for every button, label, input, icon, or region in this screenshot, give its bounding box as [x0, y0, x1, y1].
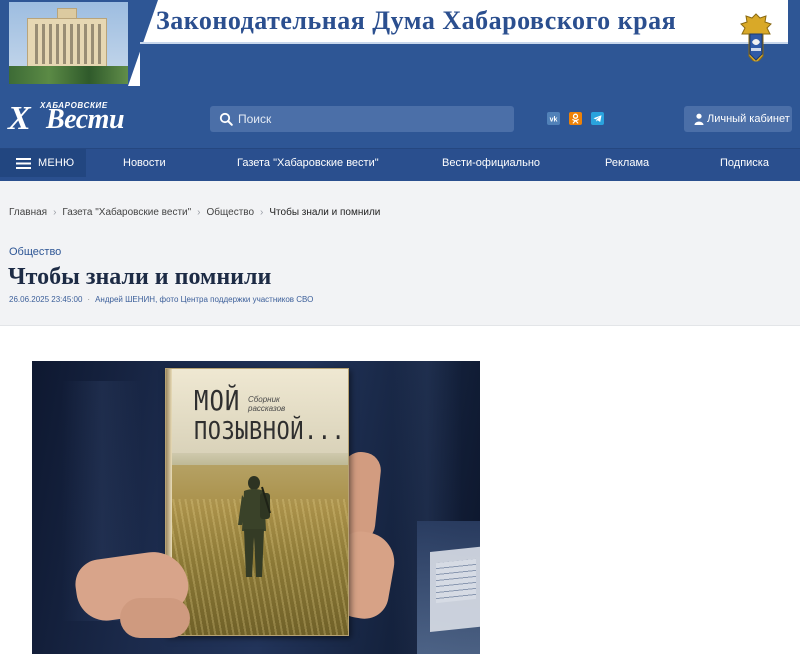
book-title-line2: ПОЗЫВНОЙ...	[194, 417, 346, 446]
search-input[interactable]	[238, 106, 508, 132]
nav-item-ads[interactable]: Реклама	[605, 157, 649, 169]
odnoklassniki-icon[interactable]	[569, 112, 582, 125]
article-date: 26.06.2025 23:45:00	[9, 295, 83, 304]
search-icon	[219, 112, 233, 126]
hamburger-icon	[16, 158, 31, 169]
menu-button[interactable]: МЕНЮ	[0, 149, 86, 177]
chevron-right-icon: ›	[197, 207, 201, 218]
article-author: Андрей ШЕНИН, фото Центра поддержки учас…	[95, 295, 314, 304]
nav-item-news[interactable]: Новости	[123, 157, 166, 169]
personal-account-label: Личный кабинет	[707, 113, 790, 125]
telegram-icon[interactable]	[591, 112, 604, 125]
logo-main-text: Вести	[46, 104, 125, 135]
chevron-right-icon: ›	[260, 207, 264, 218]
search-box[interactable]	[210, 106, 514, 132]
article-header-strip	[0, 181, 800, 326]
banner-title: Законодательная Дума Хабаровского края	[156, 6, 677, 35]
breadcrumb-home[interactable]: Главная	[9, 207, 47, 218]
nav-item-newspaper[interactable]: Газета "Хабаровские вести"	[237, 157, 379, 169]
chevron-right-icon: ›	[53, 207, 57, 218]
book-cover: МОЙ Сборник рассказов ПОЗЫВНОЙ...	[165, 368, 349, 636]
svg-text:vk: vk	[550, 117, 558, 124]
book-title-line1: МОЙ	[194, 384, 241, 418]
page-title: Чтобы знали и помнили	[8, 264, 272, 290]
nav-item-subscription[interactable]: Подписка	[720, 157, 769, 169]
breadcrumb-current: Чтобы знали и помнили	[269, 207, 381, 218]
breadcrumb: Главная › Газета "Хабаровские вести" › Общес…	[9, 207, 380, 218]
personal-account-button[interactable]: Личный кабинет	[684, 106, 792, 132]
left-hand-fingers	[120, 598, 190, 638]
soldier-figure-icon	[238, 476, 271, 577]
article-category-link[interactable]: Общество	[9, 246, 61, 258]
coat-of-arms-icon	[740, 13, 772, 65]
banner-building-photo	[9, 2, 129, 84]
menu-label: МЕНЮ	[38, 157, 75, 169]
vk-icon[interactable]: vk	[547, 112, 560, 125]
nav-item-official[interactable]: Вести-официально	[442, 157, 540, 169]
breadcrumb-society[interactable]: Общество	[207, 207, 255, 218]
article-meta: 26.06.2025 23:45:00 · Андрей ШЕНИН, фото Ц…	[9, 295, 314, 304]
book-subtitle: Сборник рассказов	[248, 395, 286, 413]
main-nav	[0, 148, 800, 181]
logo-x-letter: Х	[8, 100, 31, 137]
breadcrumb-newspaper[interactable]: Газета "Хабаровские вести"	[62, 207, 191, 218]
user-icon	[694, 113, 704, 125]
